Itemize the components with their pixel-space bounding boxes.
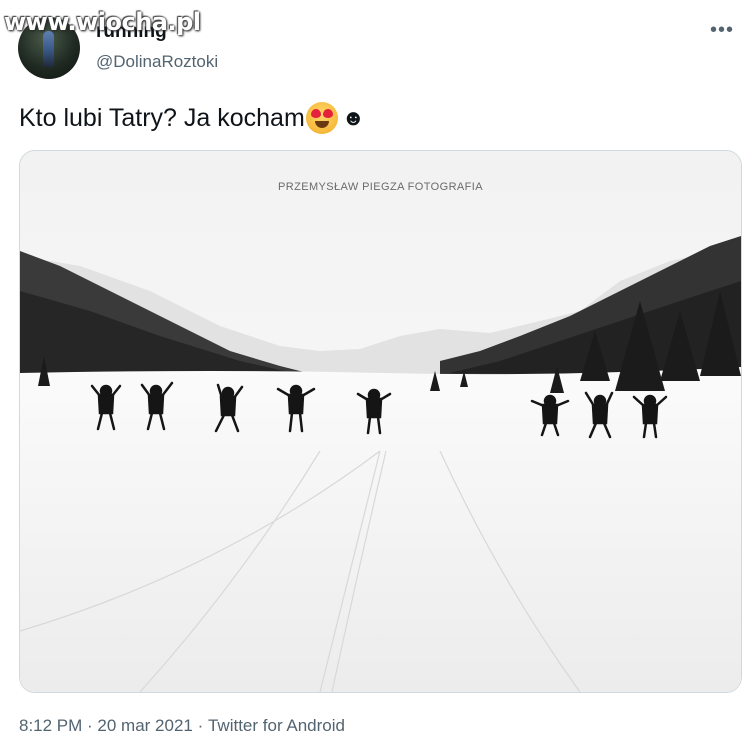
meta-separator: · <box>192 716 208 735</box>
more-dots-icon[interactable]: ••• <box>710 19 734 42</box>
heart-eyes-emoji <box>305 102 338 134</box>
tweet-time[interactable]: 8:12 PM <box>19 716 82 736</box>
tweet-meta: 8:12 PM · 20 mar 2021 · Twitter for Andr… <box>19 716 345 736</box>
photo-credit: PRZEMYSŁAW PIEGZA FOTOGRAFIA <box>278 181 483 193</box>
tweet-source[interactable]: Twitter for Android <box>208 716 345 736</box>
avatar-person-figure <box>43 31 54 67</box>
tweet-date[interactable]: 20 mar 2021 <box>97 716 192 736</box>
tweet-body: Kto lubi Tatry? Ja kocham ☻ <box>19 102 365 134</box>
meta-separator: · <box>82 716 98 735</box>
author-handle[interactable]: @DolinaRoztoki <box>96 52 218 72</box>
site-watermark: www.wiocha.pl <box>4 8 201 36</box>
snowy-valley-photo <box>20 151 741 692</box>
tweet-photo[interactable]: PRZEMYSŁAW PIEGZA FOTOGRAFIA <box>19 150 742 693</box>
tweet-text: Kto lubi Tatry? Ja kocham <box>19 103 305 132</box>
smiley-emoji: ☻ <box>341 105 365 130</box>
